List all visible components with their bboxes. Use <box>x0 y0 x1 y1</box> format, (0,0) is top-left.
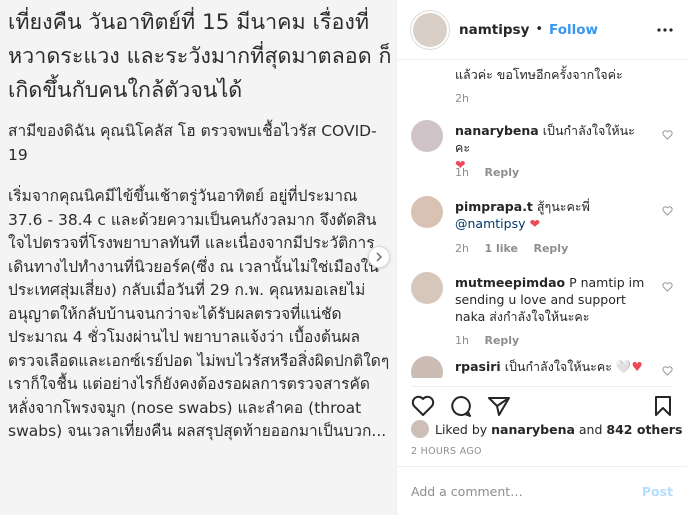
post-paragraph-1: สามีของดิฉัน คุณนิโคลัส โฮ ตรวจพบเชื้อไว… <box>8 122 377 164</box>
comment-text: สู้ๆนะคะพี่ <box>536 199 590 214</box>
post-paragraph-2: เริ่มจากคุณนิคมีไข้ขึ้นเช้าตรู่วันอาทิตย… <box>8 187 379 323</box>
comment-meta: 1h Reply <box>455 334 531 347</box>
comment-time: 2h <box>455 242 469 255</box>
reply-button[interactable]: Reply <box>534 242 569 255</box>
post-comment-button[interactable]: Post <box>642 484 673 499</box>
comments-list: แล้วค่ะ ขอโทษอีกครั้งจากใจค่ะ 2h nanaryb… <box>397 60 687 378</box>
reply-button[interactable]: Reply <box>484 166 519 179</box>
chevron-right-icon <box>376 252 383 262</box>
comment-meta: 1h Reply <box>455 166 531 179</box>
avatar[interactable] <box>411 10 449 49</box>
comment-time: 1h <box>455 334 469 347</box>
comment-item: nanarybena เป็นกำลังใจให้นะคะ ❤ 1h Reply <box>411 120 673 180</box>
like-comment-heart-icon[interactable] <box>662 206 673 216</box>
next-image-button[interactable] <box>368 246 390 268</box>
comment-item: แล้วค่ะ ขอโทษอีกครั้งจากใจค่ะ 2h <box>411 60 673 110</box>
comment-username[interactable]: pimprapa.t <box>455 199 533 214</box>
post-headline: เที่ยงคืน วันอาทิตย์ที่ 15 มีนาคม เรื่อง… <box>8 10 392 103</box>
likes-row: Liked by nanarybena and 842 others <box>411 420 682 438</box>
like-comment-heart-icon[interactable] <box>662 366 673 376</box>
post-actions <box>411 386 673 417</box>
comment-text: เป็นกำลังใจให้นะคะ <box>504 359 612 374</box>
follow-button[interactable]: Follow <box>549 22 598 38</box>
avatar[interactable] <box>411 420 429 438</box>
comment-time: 2h <box>455 92 469 105</box>
comment-username[interactable]: rpasiri <box>455 359 501 374</box>
comment-mention-link[interactable]: @namtipsy <box>455 216 525 231</box>
liked-by-user-link[interactable]: nanarybena <box>491 422 575 437</box>
username-link[interactable]: namtipsy <box>459 22 529 38</box>
avatar[interactable] <box>411 272 443 304</box>
reply-button[interactable]: Reply <box>484 334 519 347</box>
post-paragraph-3: ประมาณ 4 ชั่วโมงผ่านไป พยาบาลแจ้งว่า เบื… <box>8 328 390 440</box>
comment-emoji: 🤍♥ <box>615 359 643 374</box>
comment-username[interactable]: nanarybena <box>455 123 539 138</box>
comment-item: pimprapa.t สู้ๆนะคะพี่ @namtipsy ❤ 2h 1 … <box>411 196 673 256</box>
post-header: namtipsy • Follow <box>397 0 687 60</box>
more-options-icon[interactable] <box>657 27 673 32</box>
separator-dot: • <box>535 22 544 37</box>
likes-prefix: Liked by <box>435 421 488 437</box>
comment-item: mutmeepimdao P namtip im sending u love … <box>411 272 673 347</box>
avatar[interactable] <box>411 356 443 378</box>
post-text: เที่ยงคืน วันอาทิตย์ที่ 15 มีนาคม เรื่อง… <box>8 6 392 444</box>
likes-and: and <box>578 421 603 437</box>
add-comment-bar: Add a comment… Post <box>397 466 687 516</box>
post-side-panel: namtipsy • Follow แล้วค่ะ ขอโทษอีกครั้งจ… <box>396 0 687 515</box>
comment-likes[interactable]: 1 like <box>484 242 518 255</box>
bookmark-icon[interactable] <box>653 395 673 417</box>
like-comment-heart-icon[interactable] <box>662 282 673 292</box>
like-comment-heart-icon[interactable] <box>662 130 673 140</box>
add-comment-input[interactable]: Add a comment… <box>411 484 523 499</box>
heart-emoji-icon: ❤ <box>529 216 540 231</box>
comment-text: แล้วค่ะ ขอโทษอีกครั้งจากใจค่ะ <box>455 67 623 82</box>
post-timestamp: 2 HOURS AGO <box>411 446 482 457</box>
comment-item: rpasiri เป็นกำลังใจให้นะคะ 🤍♥ <box>411 356 673 378</box>
avatar[interactable] <box>411 120 443 152</box>
share-icon[interactable] <box>487 395 511 417</box>
comment-meta: 2h 1 like Reply <box>455 242 580 255</box>
heart-icon[interactable] <box>411 395 435 417</box>
post-image: เที่ยงคืน วันอาทิตย์ที่ 15 มีนาคม เรื่อง… <box>0 0 396 515</box>
comment-username[interactable]: mutmeepimdao <box>455 275 565 290</box>
comment-time: 1h <box>455 166 469 179</box>
comment-icon[interactable] <box>449 395 473 417</box>
likes-count-link[interactable]: 842 others <box>606 422 682 437</box>
avatar[interactable] <box>411 196 443 228</box>
comment-meta: 2h <box>455 92 481 105</box>
